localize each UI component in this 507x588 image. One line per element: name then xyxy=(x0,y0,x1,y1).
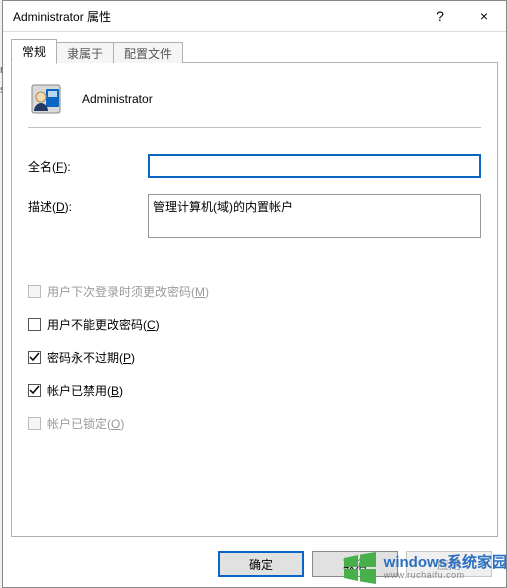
input-description[interactable]: 管理计算机(域)的内置帐户 xyxy=(148,194,481,238)
help-button[interactable]: ? xyxy=(418,1,462,31)
check-mustchange: 用户下次登录时须更改密码(M) xyxy=(28,283,481,300)
check-locked: 帐户已锁定(O) xyxy=(28,415,481,432)
account-header: Administrator xyxy=(28,81,481,117)
label-description: 描述(D): xyxy=(28,194,148,215)
checkbox-cannotchange-box[interactable] xyxy=(28,318,41,331)
label-fullname: 全名(F): xyxy=(28,154,148,175)
account-name: Administrator xyxy=(82,92,153,106)
check-disabled[interactable]: 帐户已禁用(B) xyxy=(28,382,481,399)
checkbox-mustchange-box xyxy=(28,285,41,298)
check-cannotchange[interactable]: 用户不能更改密码(C) xyxy=(28,316,481,333)
properties-dialog: Administrator 属性 ? × 常规 隶属于 配置文件 xyxy=(2,0,507,588)
tab-memberof[interactable]: 隶属于 xyxy=(56,42,114,63)
check-neverexpire[interactable]: 密码永不过期(P) xyxy=(28,349,481,366)
client-area: 常规 隶属于 配置文件 Administrator xyxy=(11,39,498,537)
titlebar: Administrator 属性 ? × xyxy=(3,1,506,32)
window-title: Administrator 属性 xyxy=(3,8,418,25)
checkbox-cannotchange-label: 用户不能更改密码(C) xyxy=(47,316,160,333)
watermark-text: windows系统家园 www.ruchaifu.com xyxy=(384,555,507,581)
watermark: windows系统家园 www.ruchaifu.com xyxy=(340,548,507,588)
checkbox-locked-label: 帐户已锁定(O) xyxy=(47,415,124,432)
checkbox-neverexpire-box[interactable] xyxy=(28,351,41,364)
tab-general[interactable]: 常规 xyxy=(11,39,57,64)
watermark-line2: www.ruchaifu.com xyxy=(384,571,507,581)
separator xyxy=(28,127,481,128)
input-fullname[interactable] xyxy=(148,154,481,178)
checkbox-neverexpire-label: 密码永不过期(P) xyxy=(47,349,135,366)
row-fullname: 全名(F): xyxy=(28,154,481,178)
tab-strip: 常规 隶属于 配置文件 xyxy=(11,39,498,63)
watermark-line1: windows系统家园 xyxy=(384,555,507,572)
checkbox-mustchange-label: 用户下次登录时须更改密码(M) xyxy=(47,283,209,300)
tab-profile[interactable]: 配置文件 xyxy=(113,42,183,63)
tab-panel-general: Administrator 全名(F): 描述(D): 管理计算机(域)的内置帐… xyxy=(11,62,498,537)
close-button[interactable]: × xyxy=(462,1,506,31)
checkbox-locked-box xyxy=(28,417,41,430)
checkbox-disabled-label: 帐户已禁用(B) xyxy=(47,382,123,399)
checkbox-disabled-box[interactable] xyxy=(28,384,41,397)
ok-button[interactable]: 确定 xyxy=(218,551,304,577)
user-icon xyxy=(28,81,64,117)
windows-logo-icon xyxy=(340,548,380,588)
row-description: 描述(D): 管理计算机(域)的内置帐户 xyxy=(28,194,481,241)
